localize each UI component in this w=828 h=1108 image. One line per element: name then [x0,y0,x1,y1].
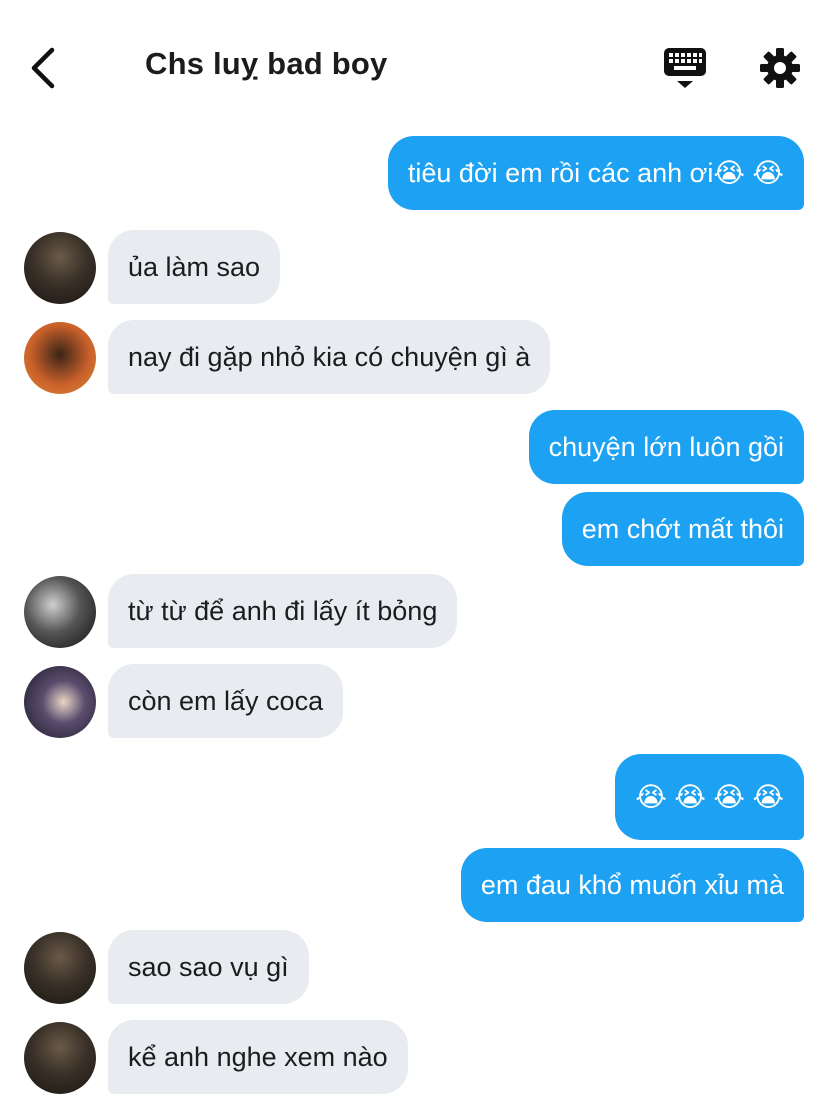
sent-message[interactable]: tiêu đời em rồi các anh ơi😭 😭 [387,136,804,210]
received-message[interactable]: còn em lấy coca [108,664,344,738]
received-message[interactable]: ủa làm sao [108,230,281,304]
avatar[interactable] [24,666,96,738]
keyboard-button[interactable] [660,44,710,92]
sent-message[interactable]: 😭 😭 😭 😭 [615,754,804,840]
back-button[interactable] [22,44,66,92]
sent-message[interactable]: em chớt mất thôi [561,492,804,566]
gear-icon [760,48,800,88]
avatar[interactable] [24,322,96,394]
chat-title: Chs luỵ bad boy [145,46,388,81]
received-message[interactable]: sao sao vụ gì [108,930,309,1004]
chat-header: Chs luỵ bad boy [0,0,828,120]
sent-message[interactable]: chuyện lớn luôn gồi [528,410,804,484]
avatar[interactable] [24,932,96,1004]
received-message[interactable]: từ từ để anh đi lấy ít bỏng [108,574,458,648]
keyboard-icon [664,48,706,88]
settings-button[interactable] [756,44,804,92]
avatar[interactable] [24,576,96,648]
avatar[interactable] [24,1022,96,1094]
received-message[interactable]: nay đi gặp nhỏ kia có chuyện gì à [108,320,551,394]
received-message[interactable]: kể anh nghe xem nào [108,1020,408,1094]
avatar[interactable] [24,232,96,304]
chevron-left-icon [31,47,55,89]
sent-message[interactable]: em đau khổ muốn xỉu mà [460,848,804,922]
